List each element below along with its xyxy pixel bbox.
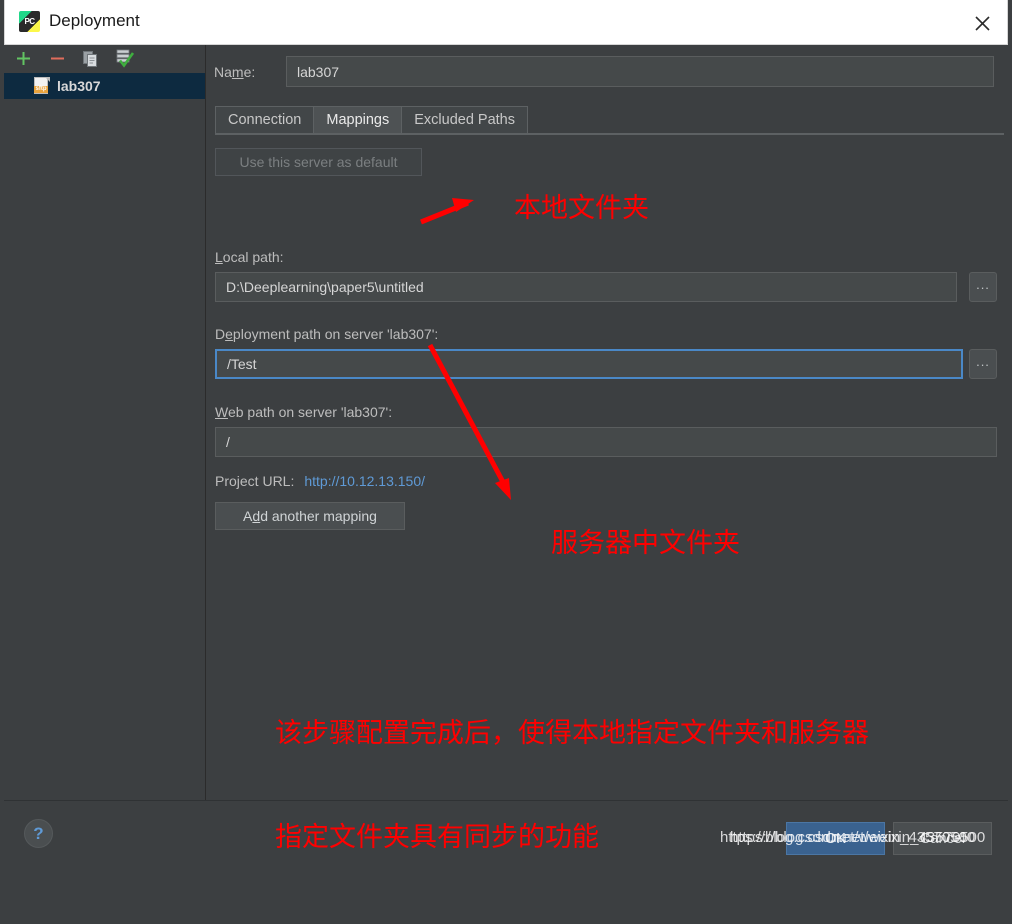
add-another-mapping-button[interactable]: Add another mapping bbox=[215, 502, 405, 530]
annotation-server-folder: 服务器中文件夹 bbox=[551, 528, 740, 559]
name-row: Name: bbox=[214, 56, 1004, 88]
deployment-dialog: PC Deployment sftp lab307 Name: lab307 C… bbox=[0, 0, 1012, 867]
copy-icon[interactable] bbox=[80, 48, 102, 70]
project-url-label: Project URL: bbox=[215, 473, 295, 489]
tab-underline bbox=[215, 133, 1004, 135]
title-bar: PC Deployment bbox=[4, 0, 1008, 45]
server-list-item-label: lab307 bbox=[57, 78, 101, 94]
deployment-path-label: Deployment path on server 'lab307': bbox=[215, 326, 439, 342]
tab-connection[interactable]: Connection bbox=[215, 106, 314, 134]
web-path-input[interactable] bbox=[215, 427, 997, 457]
checkmark-server-icon[interactable] bbox=[114, 48, 136, 70]
local-path-browse-button[interactable]: ... bbox=[969, 272, 997, 302]
annotation-local-folder: 本地文件夹 bbox=[514, 193, 649, 224]
web-path-label: Web path on server 'lab307': bbox=[215, 404, 393, 420]
cancel-button[interactable]: Cancel bbox=[893, 822, 992, 855]
server-list[interactable]: sftp lab307 bbox=[4, 73, 205, 799]
deployment-path-browse-button[interactable]: ... bbox=[969, 349, 997, 379]
plus-icon[interactable] bbox=[12, 48, 34, 70]
project-url-row: Project URL: http://10.12.13.150/ bbox=[215, 473, 425, 489]
settings-tabs[interactable]: Connection Mappings Excluded Paths bbox=[215, 105, 1004, 134]
use-this-server-as-default-button[interactable]: Use this server as default bbox=[215, 148, 422, 176]
minus-icon[interactable] bbox=[46, 48, 68, 70]
close-icon[interactable] bbox=[969, 10, 995, 36]
annotation-summary-line2: 指定文件夹具有同步的功能 bbox=[275, 821, 599, 853]
name-input[interactable] bbox=[286, 56, 994, 87]
server-list-toolbar bbox=[4, 45, 214, 72]
annotation-summary-line1: 该步骤配置完成后，使得本地指定文件夹和服务器 bbox=[275, 718, 869, 750]
deployment-path-input[interactable] bbox=[215, 349, 963, 379]
project-url-link[interactable]: http://10.12.13.150/ bbox=[304, 473, 425, 489]
tab-mappings[interactable]: Mappings bbox=[313, 106, 402, 134]
tab-excluded-paths[interactable]: Excluded Paths bbox=[401, 106, 528, 134]
server-list-panel: sftp lab307 bbox=[4, 45, 206, 800]
local-path-input[interactable] bbox=[215, 272, 957, 302]
window-title: Deployment bbox=[49, 11, 140, 30]
local-path-label: Local path: bbox=[215, 249, 284, 265]
name-label: Name: bbox=[214, 64, 256, 80]
pycharm-icon: PC bbox=[19, 11, 40, 32]
server-list-item[interactable]: sftp lab307 bbox=[4, 73, 205, 99]
pycharm-icon-letters: PC bbox=[24, 17, 35, 26]
annotation-summary: 该步骤配置完成后，使得本地指定文件夹和服务器 指定文件夹具有同步的功能 bbox=[275, 648, 869, 924]
help-icon[interactable]: ? bbox=[24, 819, 53, 848]
sftp-file-icon: sftp bbox=[34, 77, 50, 95]
